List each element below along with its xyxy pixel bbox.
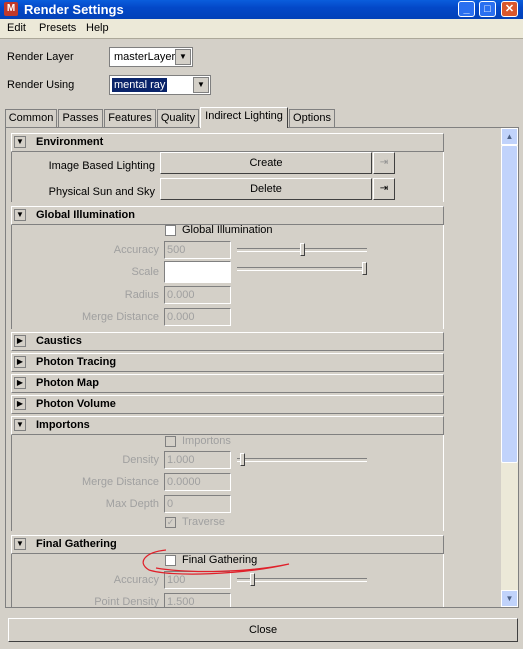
maya-logo-icon[interactable]: M bbox=[4, 2, 18, 16]
expand-arrow-icon: ▶ bbox=[14, 377, 26, 389]
maximize-button[interactable]: □ bbox=[479, 1, 496, 17]
importons-checkbox[interactable] bbox=[165, 436, 176, 447]
collapse-arrow-icon: ▼ bbox=[14, 419, 26, 431]
section-title: Photon Volume bbox=[36, 398, 116, 410]
vertical-scrollbar[interactable]: ▲ ▼ bbox=[501, 128, 518, 607]
gi-scale-swatch[interactable] bbox=[164, 261, 231, 283]
importons-density-label: Density bbox=[122, 454, 159, 466]
section-title: Photon Map bbox=[36, 377, 99, 389]
gi-checkbox[interactable] bbox=[165, 225, 176, 236]
render-layer-value: masterLayer bbox=[114, 51, 176, 63]
importons-checkbox-label: Importons bbox=[182, 435, 231, 447]
importons-density-field[interactable]: 1.000 bbox=[164, 451, 231, 469]
section-photon-volume[interactable]: ▶ Photon Volume bbox=[11, 395, 444, 414]
chevron-down-icon: ▼ bbox=[193, 77, 209, 93]
gi-scale-slider[interactable] bbox=[237, 262, 367, 276]
gi-accuracy-field[interactable]: 500 bbox=[164, 241, 231, 259]
menu-help[interactable]: Help bbox=[86, 22, 109, 34]
collapse-arrow-icon: ▼ bbox=[14, 209, 26, 221]
tab-options[interactable]: Options bbox=[289, 109, 335, 127]
slider-thumb[interactable] bbox=[240, 453, 245, 466]
slider-thumb[interactable] bbox=[300, 243, 305, 256]
ibl-label: Image Based Lighting bbox=[48, 160, 155, 172]
expand-arrow-icon: ▶ bbox=[14, 398, 26, 410]
render-layer-dropdown[interactable]: masterLayer ▼ bbox=[109, 47, 193, 67]
tab-features[interactable]: Features bbox=[104, 109, 156, 127]
section-photon-map[interactable]: ▶ Photon Map bbox=[11, 374, 444, 393]
tab-passes[interactable]: Passes bbox=[58, 109, 103, 127]
gi-radius-label: Radius bbox=[124, 289, 159, 301]
importons-merge-label: Merge Distance bbox=[81, 476, 159, 488]
gi-body: Global Illumination Accuracy 500 Scale R… bbox=[11, 224, 444, 329]
gi-scale-label: Scale bbox=[131, 266, 159, 278]
gi-radius-field[interactable]: 0.000 bbox=[164, 286, 231, 304]
section-title: Final Gathering bbox=[36, 538, 117, 550]
scroll-up-icon[interactable]: ▲ bbox=[501, 128, 518, 145]
minimize-button[interactable]: _ bbox=[458, 1, 475, 17]
environment-body: Image Based Lighting Create ⇥ Physical S… bbox=[11, 152, 444, 202]
render-using-value: mental ray bbox=[112, 78, 168, 92]
expand-arrow-icon: ▶ bbox=[14, 335, 26, 347]
close-icon: ✕ bbox=[504, 3, 515, 15]
scroll-down-icon[interactable]: ▼ bbox=[501, 590, 518, 607]
section-title: Importons bbox=[36, 419, 90, 431]
maximize-icon: □ bbox=[484, 3, 491, 15]
section-title: Photon Tracing bbox=[36, 356, 117, 368]
section-environment[interactable]: ▼ Environment bbox=[11, 133, 444, 152]
section-photon-tracing[interactable]: ▶ Photon Tracing bbox=[11, 353, 444, 372]
tab-quality[interactable]: Quality bbox=[157, 109, 199, 127]
section-title: Environment bbox=[36, 136, 104, 148]
close-button[interactable]: Close bbox=[8, 618, 518, 642]
close-window-button[interactable]: ✕ bbox=[501, 1, 518, 17]
importons-merge-field[interactable]: 0.0000 bbox=[164, 473, 231, 491]
fg-point-density-field[interactable]: 1.500 bbox=[164, 593, 231, 607]
map-connect-icon[interactable]: ⇥ bbox=[373, 178, 395, 200]
title-bar: M Render Settings _ □ ✕ bbox=[0, 0, 523, 19]
map-connect-icon[interactable]: ⇥ bbox=[373, 152, 395, 174]
ibl-create-button[interactable]: Create bbox=[160, 152, 372, 174]
window-title: Render Settings bbox=[24, 2, 124, 17]
collapse-arrow-icon: ▼ bbox=[14, 136, 26, 148]
render-using-label: Render Using bbox=[7, 79, 75, 91]
section-title: Global Illumination bbox=[36, 209, 135, 221]
traverse-checkbox[interactable]: ✓ bbox=[165, 517, 176, 528]
section-caustics[interactable]: ▶ Caustics bbox=[11, 332, 444, 351]
gi-merge-field[interactable]: 0.000 bbox=[164, 308, 231, 326]
render-layer-label: Render Layer bbox=[7, 51, 74, 63]
gi-merge-label: Merge Distance bbox=[81, 311, 159, 323]
importons-body: Importons Density 1.000 Merge Distance 0… bbox=[11, 435, 444, 531]
importons-depth-label: Max Depth bbox=[105, 498, 159, 510]
importons-depth-field[interactable]: 0 bbox=[164, 495, 231, 513]
traverse-checkbox-label: Traverse bbox=[182, 516, 225, 528]
menu-bar: Edit Presets Help bbox=[0, 19, 523, 39]
gi-accuracy-slider[interactable] bbox=[237, 243, 367, 257]
expand-arrow-icon: ▶ bbox=[14, 356, 26, 368]
scroll-thumb[interactable] bbox=[501, 145, 518, 463]
tab-common[interactable]: Common bbox=[5, 109, 57, 127]
menu-edit[interactable]: Edit bbox=[7, 22, 26, 34]
render-using-dropdown[interactable]: mental ray ▼ bbox=[109, 75, 211, 95]
importons-density-slider[interactable] bbox=[237, 453, 367, 467]
settings-content: ▼ Environment Image Based Lighting Creat… bbox=[6, 128, 502, 607]
tab-indirect-lighting[interactable]: Indirect Lighting bbox=[200, 107, 288, 128]
minimize-icon: _ bbox=[463, 3, 470, 15]
menu-presets[interactable]: Presets bbox=[39, 22, 76, 34]
chevron-down-icon: ▼ bbox=[175, 49, 191, 65]
sun-sky-delete-button[interactable]: Delete bbox=[160, 178, 372, 200]
settings-panel: ▼ Environment Image Based Lighting Creat… bbox=[5, 127, 519, 608]
annotation-circle bbox=[142, 549, 290, 575]
slider-thumb[interactable] bbox=[362, 262, 367, 275]
gi-checkbox-label: Global Illumination bbox=[182, 224, 273, 236]
section-title: Caustics bbox=[36, 335, 82, 347]
section-importons[interactable]: ▼ Importons bbox=[11, 416, 444, 435]
sun-sky-label: Physical Sun and Sky bbox=[48, 186, 155, 198]
fg-point-density-label: Point Density bbox=[94, 596, 159, 607]
collapse-arrow-icon: ▼ bbox=[14, 538, 26, 550]
gi-accuracy-label: Accuracy bbox=[113, 244, 159, 256]
